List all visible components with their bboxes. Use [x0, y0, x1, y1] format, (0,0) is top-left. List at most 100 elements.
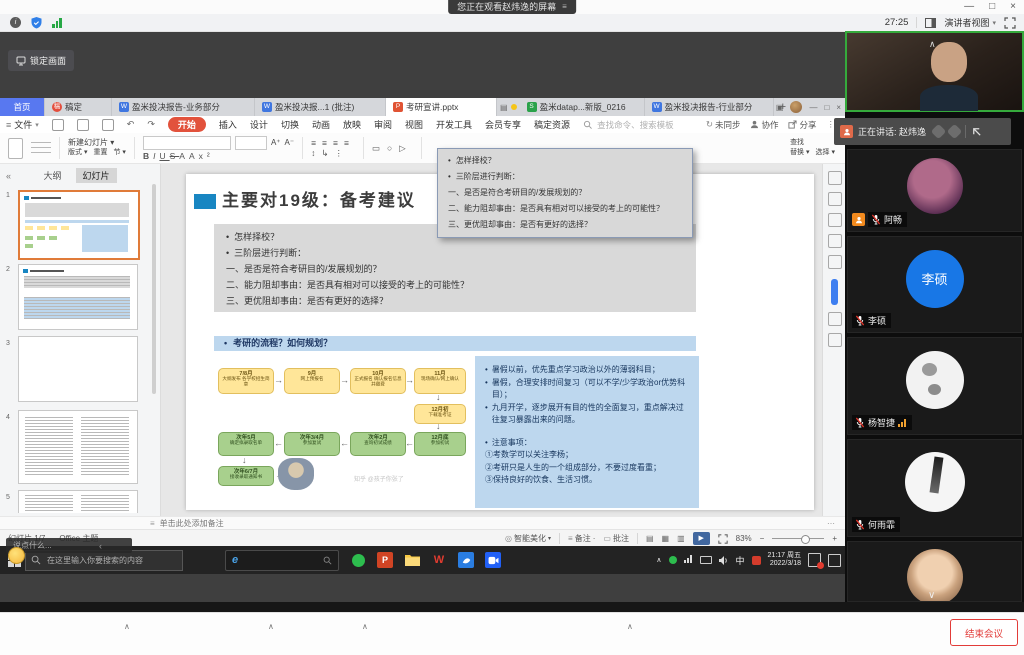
menu-design[interactable]: 设计 [250, 118, 268, 131]
menu-insert[interactable]: 插入 [219, 118, 237, 131]
command-search[interactable] [583, 119, 689, 131]
undo-icon[interactable]: ↶ [127, 119, 135, 130]
menu-home[interactable]: 开始 [168, 117, 206, 132]
participant-tile[interactable]: 何雨霏 [847, 439, 1022, 537]
superscript-button[interactable]: x² [199, 151, 214, 161]
participant-tile[interactable]: 阿畅 [847, 149, 1022, 232]
reset-button[interactable]: 重置 [93, 149, 107, 157]
shape-circle-icon[interactable]: ○ [387, 143, 399, 153]
align-center-icon[interactable]: ≡ [322, 138, 333, 148]
reply-arrow-icon[interactable] [971, 126, 982, 137]
section-button[interactable]: 节 ▾ [113, 149, 125, 157]
decrease-font-icon[interactable]: A⁻ [285, 139, 295, 147]
action-center-icon[interactable] [828, 554, 841, 567]
collaborate-button[interactable]: 协作 [750, 119, 778, 131]
font-size-select[interactable] [235, 136, 267, 150]
shape-arrow-icon[interactable]: ▷ [399, 143, 413, 153]
workspace-icon[interactable]: ▣ [776, 103, 784, 112]
replace-button[interactable]: 替换 ▾ [790, 149, 809, 157]
tab-gaoding[interactable]: 稿稿定 [45, 98, 112, 116]
paste-button[interactable] [8, 138, 23, 159]
participant-tile[interactable]: ∨ [847, 541, 1022, 602]
bold-button[interactable]: B [143, 151, 153, 161]
help-pane-icon[interactable] [828, 312, 842, 326]
tips-box[interactable]: •暑假以前，优先重点学习政治以外的薄弱科目； •暑假，合理安排时间复习（可以不学… [475, 356, 699, 508]
comment-pane-icon[interactable] [828, 234, 842, 248]
line-spacing-icon[interactable]: ↕ [311, 148, 321, 158]
strikethrough-button[interactable]: S [170, 151, 180, 161]
split-view-icon[interactable]: ▤ [500, 103, 508, 112]
print-icon[interactable] [77, 119, 89, 131]
tab-pptx-active[interactable]: P考研宣讲.pptx [386, 98, 497, 116]
bullet-list-icon[interactable]: ⋮ [334, 148, 349, 158]
tray-expand-icon[interactable]: ∧ [656, 556, 661, 564]
emoji-reaction-icon[interactable] [8, 547, 25, 564]
menu-member[interactable]: 会员专享 [485, 118, 521, 131]
animation-pane-icon[interactable] [828, 192, 842, 206]
network-icon[interactable] [684, 555, 693, 565]
fit-window-icon[interactable] [718, 534, 728, 544]
quick-chat-input[interactable] [11, 540, 95, 551]
tab-home[interactable]: 首页 [0, 98, 45, 116]
slide-thumbnail[interactable] [18, 336, 138, 402]
justify-icon[interactable]: ≡ [344, 138, 355, 148]
menu-transition[interactable]: 切换 [281, 118, 299, 131]
lock-view-button[interactable]: 锁定画面 [8, 50, 74, 71]
underline-button[interactable]: U [159, 151, 169, 161]
wps-minimize-icon[interactable]: — [809, 103, 817, 112]
slide-thumbnail[interactable] [18, 490, 138, 513]
tab-doc-industry[interactable]: W盈米投决报告-行业部分 [645, 98, 774, 116]
participant-tile[interactable]: 杨智捷 [847, 337, 1022, 435]
command-search-input[interactable] [595, 119, 689, 131]
taskbar-clock[interactable]: 21:17 周五 2022/3/18 [768, 552, 801, 569]
app-icon-blue[interactable] [458, 552, 474, 568]
props-icon[interactable] [828, 171, 842, 185]
new-slide-button[interactable]: 新建幻灯片 ▾ [68, 139, 126, 147]
sync-status[interactable]: ↻未同步 [706, 119, 741, 131]
more-pane-icon[interactable] [828, 333, 842, 347]
file-explorer-icon[interactable] [404, 552, 420, 568]
close-icon[interactable]: × [1010, 0, 1016, 14]
menu-animation[interactable]: 动画 [312, 118, 330, 131]
ime-indicator[interactable]: 中 [736, 554, 745, 567]
security-shield-icon[interactable] [31, 17, 42, 29]
tab-doc-business[interactable]: W盈米投决报告-业务部分 [112, 98, 255, 116]
menu-view[interactable]: 视图 [405, 118, 423, 131]
notes-more-icon[interactable]: ⋯ [827, 519, 835, 528]
beautify-button[interactable]: ◎智能美化▾ [505, 533, 551, 544]
collapse-panel-icon[interactable]: « [6, 171, 11, 181]
select-button[interactable]: 选择 ▾ [816, 149, 835, 157]
clap-reaction-icon[interactable] [947, 124, 963, 140]
find-button[interactable]: 查找 [790, 139, 835, 147]
menu-devtools[interactable]: 开发工具 [436, 118, 472, 131]
increase-font-icon[interactable]: A⁺ [271, 139, 281, 147]
participant-tile[interactable]: 李硕 李硕 [847, 236, 1022, 333]
browser-search-widget[interactable]: e [225, 550, 339, 571]
selection-pane-icon[interactable] [828, 255, 842, 269]
info-icon[interactable]: i [10, 17, 21, 28]
align-left-icon[interactable]: ≡ [311, 138, 322, 148]
notes-button[interactable]: ≡备注· [568, 533, 595, 544]
redo-icon[interactable]: ↷ [147, 119, 155, 130]
highlight-button[interactable]: A [189, 151, 199, 161]
maximize-icon[interactable]: □ [989, 0, 995, 14]
font-family-select[interactable] [143, 136, 231, 150]
slide-thumbnail[interactable] [18, 410, 138, 484]
normal-view-icon[interactable]: ▤ [646, 534, 654, 543]
design-pane-icon[interactable] [828, 213, 842, 227]
fullscreen-icon[interactable] [1004, 17, 1016, 29]
zoom-slider[interactable] [772, 538, 824, 539]
end-meeting-button[interactable]: 结束会议 [950, 619, 1018, 646]
comment-button[interactable]: ▭批注 [603, 533, 629, 544]
tab-sheet[interactable]: S盈米datap...新版_0216 [520, 98, 645, 116]
layout-button[interactable]: 版式 ▾ [68, 149, 87, 157]
scroll-down-chevron[interactable]: ∨ [928, 590, 935, 601]
collapse-videos-chevron[interactable]: ∧ [929, 39, 936, 50]
minimize-icon[interactable]: — [964, 0, 974, 14]
menu-gaoding-res[interactable]: 稿定资源 [534, 118, 570, 131]
slideshow-play-button[interactable]: ▶ [693, 532, 710, 545]
view-mode-selector[interactable]: 演讲者视图▾ [944, 16, 996, 29]
collapse-chat-icon[interactable]: ‹ [99, 541, 102, 551]
banner-menu-icon[interactable]: ≡ [562, 0, 567, 14]
read-view-icon[interactable]: ▥ [677, 534, 685, 543]
